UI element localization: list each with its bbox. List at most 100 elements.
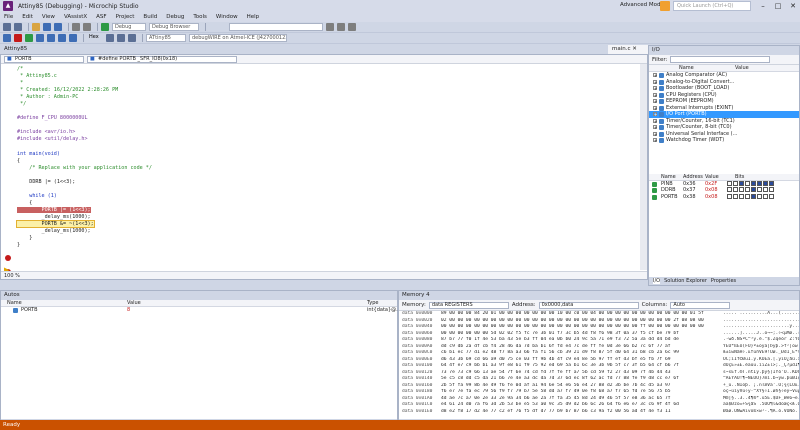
step-icon[interactable] — [3, 34, 11, 42]
bit-cell[interactable] — [727, 193, 732, 199]
bit-cell[interactable] — [757, 193, 762, 199]
memory-row[interactable]: data 0x01E0 d8 e2 f8 17 d2 4e 77 c2 ef 76… — [399, 409, 799, 416]
register-row[interactable]: PORTB 0x38 0x08 — [649, 193, 799, 201]
peripheral-item[interactable]: + Watchdog Timer (WDT) — [649, 137, 799, 144]
registers-icon[interactable] — [117, 34, 125, 42]
open-folder-icon[interactable] — [32, 23, 40, 31]
close-tab-icon[interactable]: ✕ — [632, 46, 637, 52]
forward-icon[interactable] — [14, 23, 22, 31]
build-icon[interactable] — [101, 23, 109, 31]
bit-cell[interactable] — [769, 187, 774, 192]
expand-icon[interactable]: + — [653, 99, 657, 104]
menu-item-build[interactable]: Build — [143, 14, 157, 20]
breakpoint-icon[interactable] — [5, 255, 11, 261]
pause-icon[interactable] — [36, 34, 44, 42]
find-icon[interactable] — [326, 23, 334, 31]
options-icon[interactable] — [348, 23, 356, 31]
stop-debugging-icon[interactable] — [14, 34, 22, 42]
bit-cell[interactable] — [745, 180, 750, 186]
symbol-combo[interactable]: ■ #define PORTB _SFR_IO8(0x18) — [87, 55, 237, 63]
bit-cell[interactable] — [763, 180, 768, 186]
address-input[interactable]: 0x0000,data — [538, 301, 639, 309]
back-icon[interactable] — [3, 23, 11, 31]
menu-item-project[interactable]: Project — [116, 14, 135, 20]
hex-toggle[interactable]: Hex — [87, 34, 103, 42]
continue-icon[interactable] — [25, 34, 33, 42]
quick-launch-input[interactable]: Quick Launch (Ctrl+Q) — [673, 1, 751, 11]
bit-cell[interactable] — [769, 180, 774, 186]
minimize-button[interactable]: – — [756, 0, 770, 12]
expand-icon[interactable]: + — [653, 125, 657, 130]
io-tab[interactable]: I/O — [653, 278, 661, 284]
bit-cell[interactable] — [763, 193, 768, 199]
search-dropdown[interactable] — [229, 23, 323, 31]
bit-cell[interactable] — [763, 187, 768, 192]
step-into-icon[interactable] — [47, 34, 55, 42]
device-label[interactable]: ATtiny85 — [146, 34, 186, 42]
step-over-icon[interactable] — [58, 34, 66, 42]
bit-cell[interactable] — [739, 187, 744, 192]
menu-item-help[interactable]: Help — [247, 14, 260, 20]
columns-select[interactable]: Auto — [670, 301, 731, 309]
expand-icon[interactable]: + — [653, 79, 657, 84]
bit-cell[interactable] — [757, 180, 762, 186]
bit-cell[interactable] — [739, 193, 744, 199]
autos-row[interactable]: PORTB 8 int{data}@... — [1, 307, 401, 314]
close-button[interactable]: ✕ — [786, 0, 800, 12]
bit-cell[interactable] — [757, 187, 762, 192]
menu-item-tools[interactable]: Tools — [193, 14, 207, 20]
io-tab[interactable]: Solution Explorer — [664, 278, 707, 284]
expand-icon[interactable]: + — [653, 86, 657, 91]
undo-icon[interactable] — [72, 23, 80, 31]
maximize-button[interactable]: □ — [771, 0, 785, 12]
tab-main-c[interactable]: main.c ✕ — [608, 45, 648, 54]
filter-input[interactable] — [670, 56, 771, 63]
save-icon[interactable] — [43, 23, 51, 31]
bit-cell[interactable] — [727, 187, 732, 192]
tab-project[interactable]: Attiny85 — [0, 45, 80, 54]
bit-cell[interactable] — [733, 187, 738, 192]
memory-icon[interactable] — [106, 34, 114, 42]
expand-icon[interactable]: + — [653, 112, 657, 117]
tool-label[interactable]: debugWIRE on Atmel-ICE (J42700012377) — [189, 34, 287, 42]
menu-item-window[interactable]: Window — [216, 14, 238, 20]
watch-icon[interactable] — [128, 34, 136, 42]
bit-cell[interactable] — [769, 193, 774, 199]
zoom-level[interactable]: 100 % — [1, 271, 647, 279]
menu-item-edit[interactable]: Edit — [22, 14, 33, 20]
bit-cell[interactable] — [733, 193, 738, 199]
step-out-icon[interactable] — [69, 34, 77, 42]
tools-icon[interactable] — [337, 23, 345, 31]
bit-cell[interactable] — [745, 187, 750, 192]
scope-combo[interactable]: ■ PORTB — [4, 55, 84, 63]
bit-cell[interactable] — [733, 180, 738, 186]
app-logo-icon: ▲ — [3, 1, 13, 11]
expand-icon[interactable]: + — [653, 138, 657, 143]
code-editor[interactable]: ■ PORTB ■ #define PORTB _SFR_IO8(0x18) ▶ /… — [0, 54, 648, 280]
bit-cell[interactable] — [751, 193, 756, 199]
save-all-icon[interactable] — [54, 23, 62, 31]
bit-cell[interactable] — [727, 180, 732, 186]
bit-cell[interactable] — [751, 180, 756, 186]
menu-item-asf[interactable]: ASF — [96, 14, 106, 20]
editor-scrollbar[interactable] — [640, 64, 647, 270]
config-dropdown[interactable]: Debug — [112, 23, 146, 31]
bit-cell[interactable] — [745, 193, 750, 199]
redo-icon[interactable] — [83, 23, 91, 31]
expand-icon[interactable]: + — [653, 92, 657, 97]
menu-item-file[interactable]: File — [4, 14, 13, 20]
bit-cell[interactable] — [751, 187, 756, 192]
memory-select[interactable]: data REGISTERS — [428, 301, 509, 309]
io-tab[interactable]: Properties — [711, 278, 736, 284]
expand-icon[interactable]: + — [653, 73, 657, 78]
advanced-mode-label[interactable]: Advanced Mode — [620, 2, 664, 8]
menu-item-debug[interactable]: Debug — [166, 14, 184, 20]
debug-browser-dropdown[interactable]: Debug Browser — [149, 23, 199, 31]
bit-cell[interactable] — [739, 180, 744, 186]
feedback-icon[interactable] — [660, 1, 670, 11]
menu-item-vassistx[interactable]: VAssistX — [64, 14, 87, 20]
expand-icon[interactable]: + — [653, 118, 657, 123]
expand-icon[interactable]: + — [653, 131, 657, 136]
expand-icon[interactable]: + — [653, 105, 657, 110]
menu-item-view[interactable]: View — [42, 14, 55, 20]
